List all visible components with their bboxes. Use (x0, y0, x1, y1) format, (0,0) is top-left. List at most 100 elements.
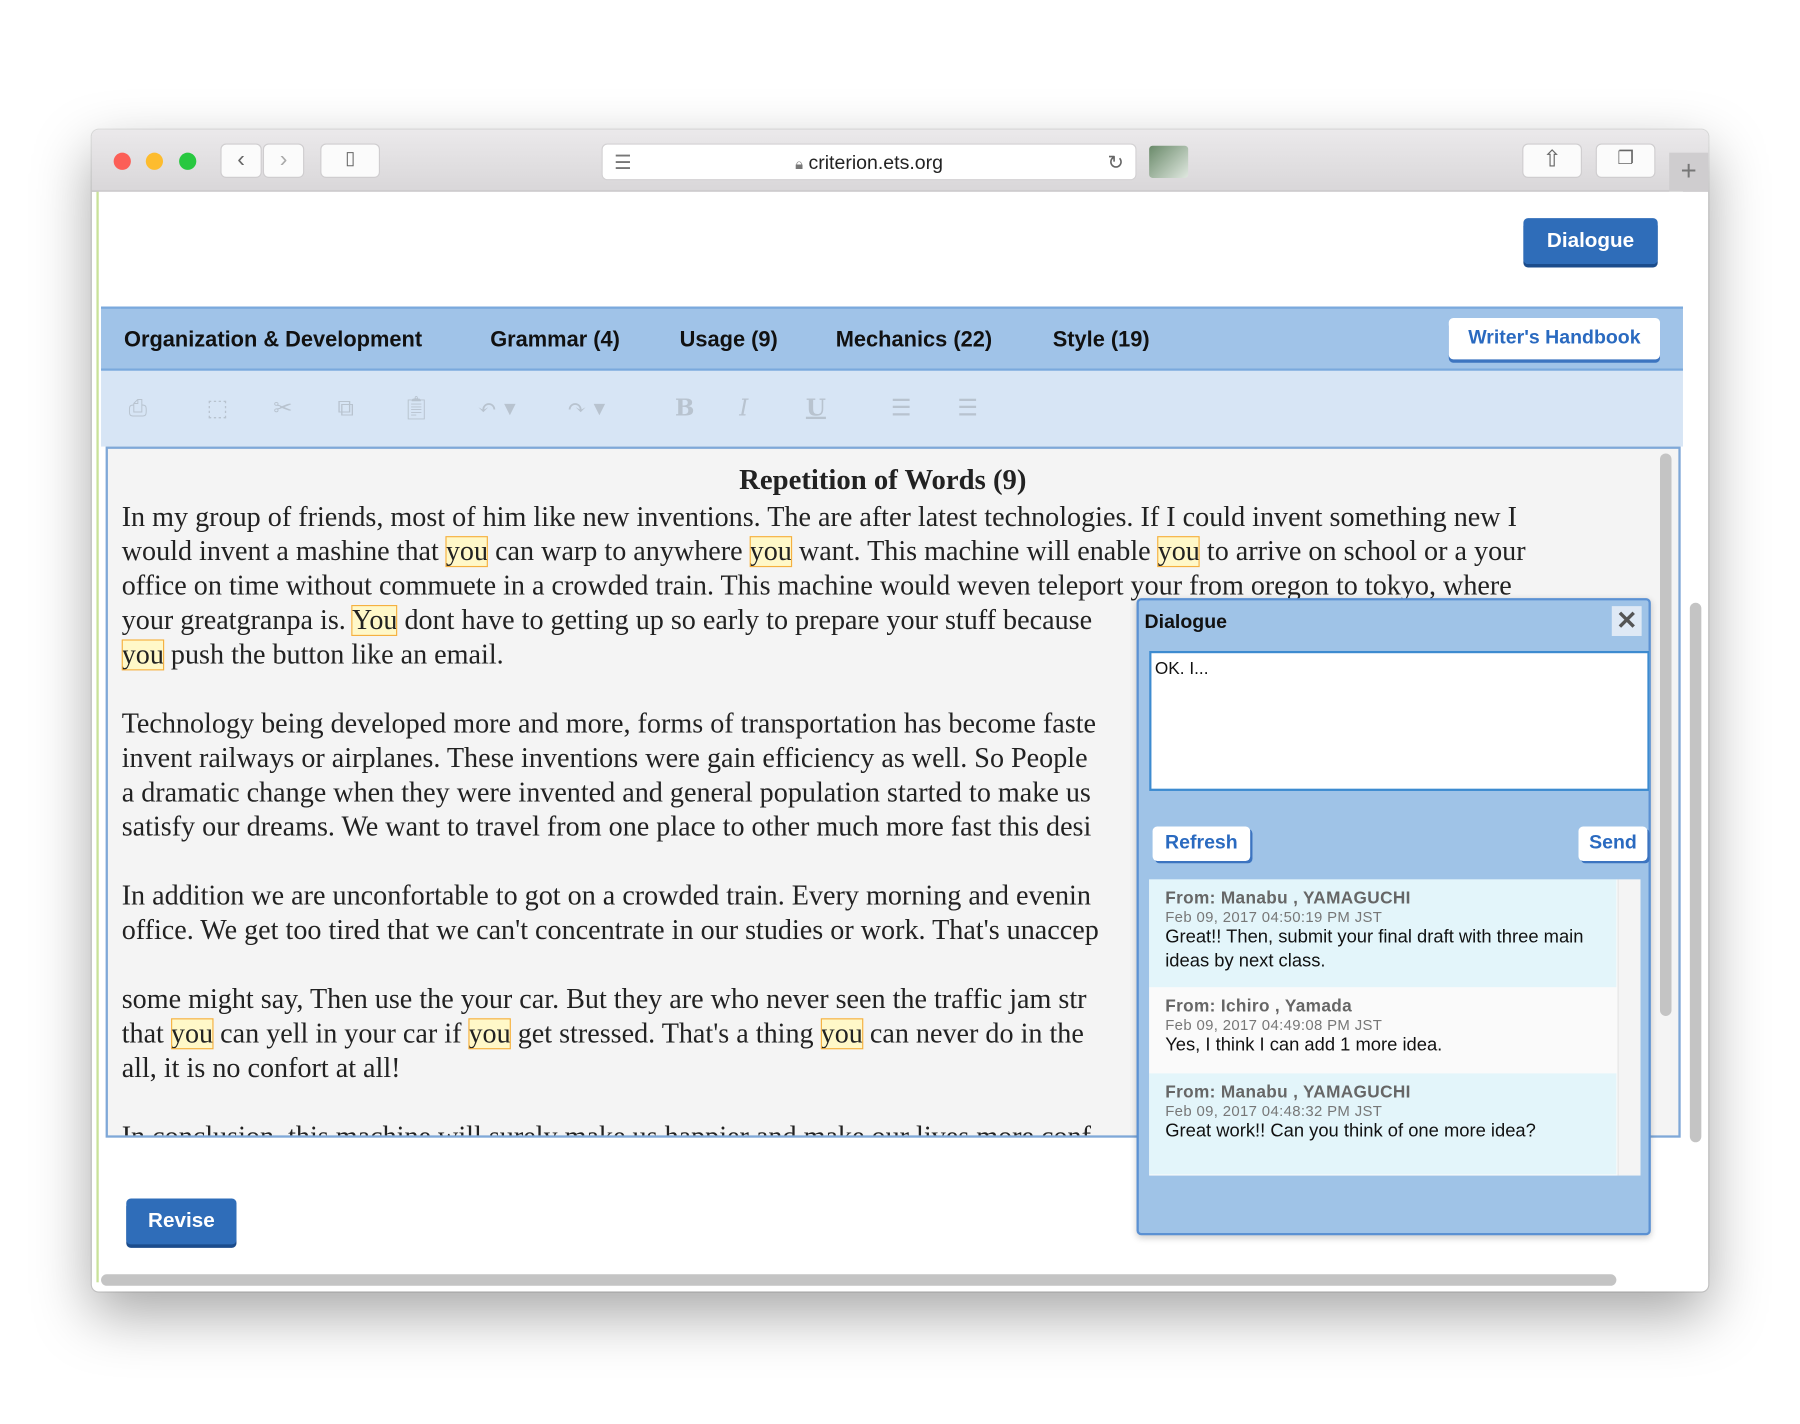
select-all-icon[interactable]: ⬚ (207, 394, 229, 422)
bullet-list-icon[interactable]: ☰ (891, 394, 912, 422)
highlighted-word[interactable]: you (468, 1018, 511, 1050)
plus-icon: + (1680, 156, 1697, 188)
editor-toolbar: ⎙ ⬚ ✂ ⧉ 📋︎ ↶ ▾ ↷ ▾ B I U ☰ ☰ (101, 370, 1683, 447)
copy-icon[interactable]: ⧉ (338, 394, 354, 422)
underline-icon[interactable]: U (806, 394, 826, 422)
page-horizontal-scrollbar[interactable] (101, 1274, 1617, 1286)
page-vertical-scrollbar[interactable] (1689, 602, 1702, 1143)
message-input[interactable]: OK. I... (1149, 650, 1650, 791)
text-run: satisfy our dreams. We want to travel fr… (121, 811, 1092, 843)
text-run: get stressed. That's a thing (510, 1018, 821, 1050)
redo-icon[interactable]: ↷ ▾ (567, 394, 605, 422)
tab-mechanics[interactable]: Mechanics (22) (836, 328, 992, 353)
feedback-title: Repetition of Words (9) (739, 464, 1027, 496)
highlighted-word[interactable]: you (171, 1018, 214, 1050)
close-icon: ✕ (1616, 606, 1638, 635)
highlighted-word[interactable]: you (1157, 536, 1200, 568)
refresh-button[interactable]: Refresh (1152, 826, 1251, 861)
text-run: invent railways or airplanes. These inve… (121, 742, 1088, 774)
italic-icon[interactable]: I (739, 394, 748, 422)
browser-titlebar: ‹ › ▯ ☰ 🔒︎ criterion.ets.org ↻ ⇧ ❐ + (91, 129, 1709, 192)
text-run: a dramatic change when they were invente… (121, 777, 1091, 809)
text-run: to arrive on school or a your (1199, 536, 1526, 568)
dialogue-title: Dialogue (1144, 610, 1227, 633)
text-run: In addition we are unconfortable to got … (121, 880, 1091, 912)
address-bar[interactable]: ☰ 🔒︎ criterion.ets.org ↻ (601, 143, 1137, 182)
text-run: can never do in the (862, 1018, 1084, 1050)
close-dialog-button[interactable]: ✕ (1611, 606, 1642, 636)
share-button[interactable]: ⇧ (1522, 143, 1582, 178)
essay-line: In my group of friends, most of him like… (122, 501, 1526, 535)
paste-icon[interactable]: 📋︎ (402, 394, 431, 422)
tab-style[interactable]: Style (19) (1053, 328, 1150, 353)
writers-handbook-button[interactable]: Writer's Handbook (1448, 317, 1661, 360)
dialogue-panel: Dialogue ✕ OK. I... Refresh Send From: M… (1136, 598, 1651, 1236)
close-window-button[interactable] (113, 152, 131, 170)
text-run: In my group of friends, most of him like… (121, 501, 1517, 533)
message-timestamp: Feb 09, 2017 04:50:19 PM JST (1165, 908, 1383, 926)
send-button[interactable]: Send (1578, 826, 1648, 861)
message-list: From: Manabu , YAMAGUCHI Feb 09, 2017 04:… (1149, 879, 1641, 1176)
revise-button[interactable]: Revise (126, 1198, 237, 1245)
text-run: push the button like an email. (163, 639, 504, 671)
tab-usage[interactable]: Usage (9) (680, 328, 778, 353)
text-run: In conclusion, this machine will surely … (121, 1121, 1091, 1138)
new-tab-button[interactable]: + (1669, 152, 1709, 192)
text-run: would invent a mashine that (121, 536, 446, 568)
message-item: From: Ichiro , Yamada Feb 09, 2017 04:49:… (1149, 987, 1617, 1074)
message-timestamp: Feb 09, 2017 04:49:08 PM JST (1165, 1015, 1383, 1034)
bold-icon[interactable]: B (675, 394, 694, 422)
message-item: From: Manabu , YAMAGUCHI Feb 09, 2017 04:… (1149, 879, 1617, 988)
message-list-scrollbar[interactable] (1617, 879, 1641, 1176)
message-timestamp: Feb 09, 2017 04:48:32 PM JST (1165, 1102, 1383, 1120)
editor-scrollbar[interactable] (1660, 453, 1672, 1016)
chevron-right-icon: › (279, 146, 288, 173)
forward-button[interactable]: › (262, 143, 305, 178)
text-run: your greatgranpa is. (121, 604, 352, 636)
text-run: Technology being developed more and more… (121, 708, 1097, 740)
message-sender: From: Manabu , YAMAGUCHI (1165, 1082, 1411, 1103)
message-sender: From: Manabu , YAMAGUCHI (1165, 888, 1411, 909)
zoom-window-button[interactable] (179, 152, 197, 170)
highlighted-word[interactable]: you (445, 536, 489, 568)
highlighted-word[interactable]: you (820, 1018, 863, 1050)
text-run: can warp to anywhere (488, 536, 750, 568)
undo-icon[interactable]: ↶ ▾ (478, 394, 516, 422)
minimize-window-button[interactable] (145, 152, 164, 170)
numbered-list-icon[interactable]: ☰ (957, 394, 978, 422)
text-run: want. This machine will enable (791, 536, 1158, 568)
tabs-overview-button[interactable]: ❐ (1595, 143, 1656, 178)
sidebar-toggle-button[interactable]: ▯ (320, 143, 380, 178)
text-run: office on time without commuete in a cro… (121, 570, 1512, 602)
tab-grammar[interactable]: Grammar (4) (490, 328, 620, 353)
message-body: Yes, I think I can add 1 more idea. (1165, 1035, 1443, 1056)
highlighted-word[interactable]: you (121, 639, 164, 671)
sidebar-icon: ▯ (345, 149, 356, 169)
back-button[interactable]: ‹ (220, 143, 262, 178)
message-body: Great work!! Can you think of one more i… (1165, 1121, 1536, 1142)
highlighted-word[interactable]: you (749, 536, 792, 568)
share-icon: ⇧ (1542, 146, 1562, 173)
lock-icon: 🔒︎ (795, 154, 804, 173)
text-run: all, it is no confort at all! (121, 1052, 401, 1084)
chevron-left-icon: ‹ (237, 146, 245, 173)
feedback-nav: Organization & Development Grammar (4) U… (101, 306, 1683, 371)
reload-icon[interactable]: ↻ (1108, 145, 1124, 182)
tab-organization-development[interactable]: Organization & Development (124, 328, 422, 353)
cut-icon[interactable]: ✂ (273, 394, 292, 422)
dialogue-button[interactable]: Dialogue (1523, 218, 1658, 265)
essay-line: would invent a mashine that you can warp… (122, 535, 1526, 569)
message-item: From: Manabu , YAMAGUCHI Feb 09, 2017 04:… (1149, 1073, 1617, 1175)
text-run: office. We get too tired that we can't c… (121, 914, 1099, 946)
text-run: can yell in your car if (213, 1018, 469, 1050)
url-text: criterion.ets.org (808, 151, 943, 174)
text-run: dont have to getting up so early to prep… (397, 604, 1093, 636)
message-body: Great!! Then, submit your final draft wi… (1165, 927, 1584, 972)
reader-icon: ☰ (614, 151, 632, 174)
message-sender: From: Ichiro , Yamada (1165, 996, 1353, 1016)
text-run: that (121, 1018, 171, 1050)
highlighted-word[interactable]: You (351, 605, 397, 636)
extension-icon[interactable] (1149, 145, 1189, 178)
text-run: some might say, Then use the your car. B… (121, 983, 1087, 1015)
print-icon[interactable]: ⎙ (129, 394, 147, 422)
